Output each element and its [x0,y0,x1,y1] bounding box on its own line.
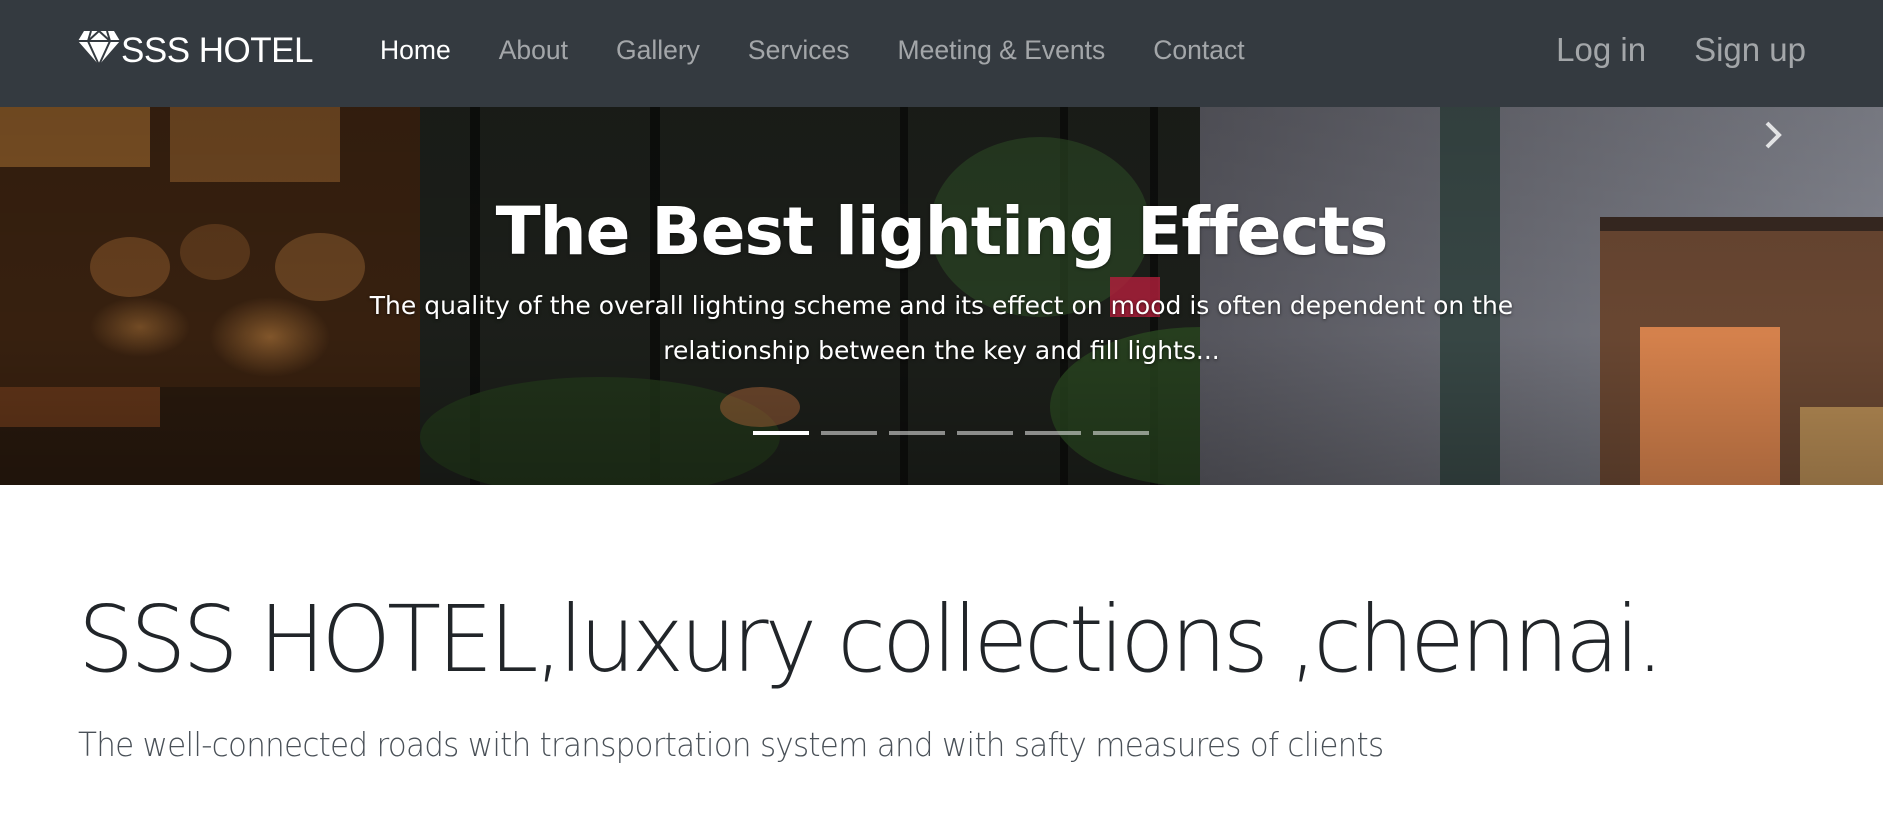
page-lead: The well-connected roads with transporta… [78,725,1384,764]
carousel-indicator-3[interactable] [889,431,945,435]
nav-link-home[interactable]: Home [380,35,451,66]
nav-link-meeting-events[interactable]: Meeting & Events [898,35,1106,66]
nav-link-about[interactable]: About [499,35,568,66]
carousel-indicator-6[interactable] [1093,431,1149,435]
carousel-indicator-1[interactable] [753,431,809,435]
carousel-indicators [753,431,1161,435]
chevron-right-icon [1761,119,1785,155]
top-navbar: SSS HOTEL Home About Gallery Services Me… [0,0,1883,107]
signup-link[interactable]: Sign up [1694,31,1806,69]
brand-logo[interactable]: SSS HOTEL [77,27,313,75]
auth-links: Log in Sign up [1508,28,1806,72]
brand-name: SSS HOTEL [121,31,313,70]
carousel-text: The quality of the overall lighting sche… [369,291,1514,365]
hero-carousel: The Best lighting Effects The quality of… [0,107,1883,485]
carousel-indicator-2[interactable] [821,431,877,435]
carousel-title: The Best lighting Effects [495,193,1389,270]
nav-link-gallery[interactable]: Gallery [616,35,700,66]
nav-links: Home About Gallery Services Meeting & Ev… [380,30,1293,70]
carousel-indicator-4[interactable] [957,431,1013,435]
nav-link-contact[interactable]: Contact [1153,35,1244,66]
page-title: SSS HOTEL,luxury collections ,chennai. [78,586,1664,693]
carousel-indicator-5[interactable] [1025,431,1081,435]
carousel-caption: The Best lighting Effects The quality of… [0,191,1883,373]
carousel-next-button[interactable] [1753,117,1793,157]
diamond-icon [77,27,121,76]
login-link[interactable]: Log in [1556,31,1646,69]
nav-link-services[interactable]: Services [748,35,850,66]
